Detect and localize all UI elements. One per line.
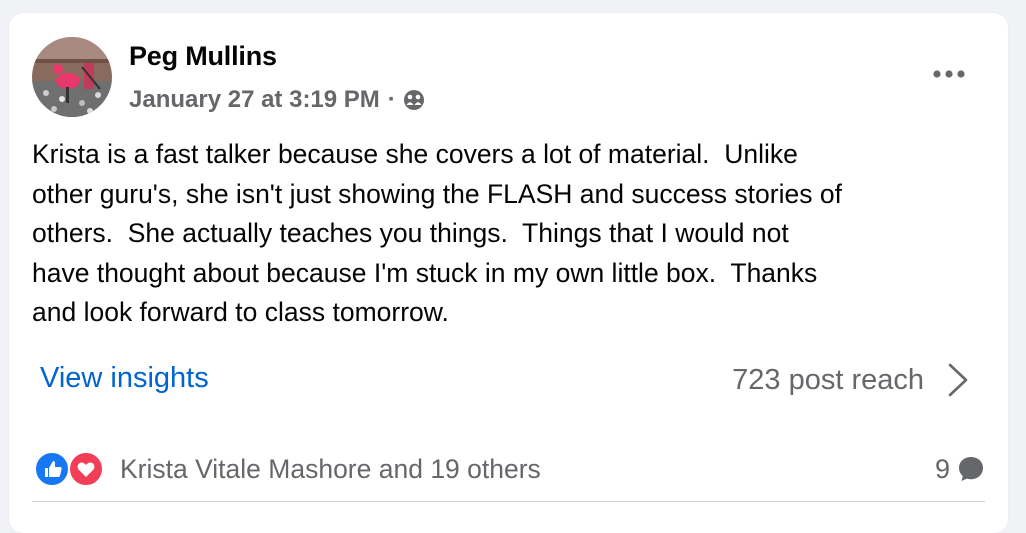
author-avatar[interactable] (32, 37, 112, 117)
like-icon (34, 451, 70, 487)
post-card: Peg Mullins January 27 at 3:19 PM · Kris… (9, 13, 1008, 533)
post-meta: January 27 at 3:19 PM · (129, 83, 426, 117)
post-body: Krista is a fast talker because she cove… (32, 139, 842, 327)
more-options-icon[interactable] (927, 59, 971, 89)
footer-divider (32, 501, 985, 502)
friends-icon[interactable] (402, 88, 426, 112)
comment-bubble-icon (956, 454, 986, 484)
view-insights-link[interactable]: View insights (40, 362, 209, 395)
author-name[interactable]: Peg Mullins (129, 41, 277, 72)
post-reach[interactable]: 723 post reach (732, 362, 970, 398)
comment-count-value: 9 (934, 453, 950, 484)
reactors-text: Krista Vitale Mashore and 19 others (120, 453, 541, 484)
post-timestamp[interactable]: January 27 at 3:19 PM (129, 86, 380, 114)
reaction-icons (34, 451, 110, 487)
chevron-right-icon (946, 362, 970, 398)
love-icon (68, 451, 104, 487)
comments-count[interactable]: 9 (935, 449, 986, 489)
reactions-summary[interactable]: Krista Vitale Mashore and 19 others (34, 449, 541, 489)
meta-separator: · (387, 86, 396, 113)
post-reach-count: 723 post reach (732, 363, 924, 396)
avatar-photo (32, 37, 112, 117)
